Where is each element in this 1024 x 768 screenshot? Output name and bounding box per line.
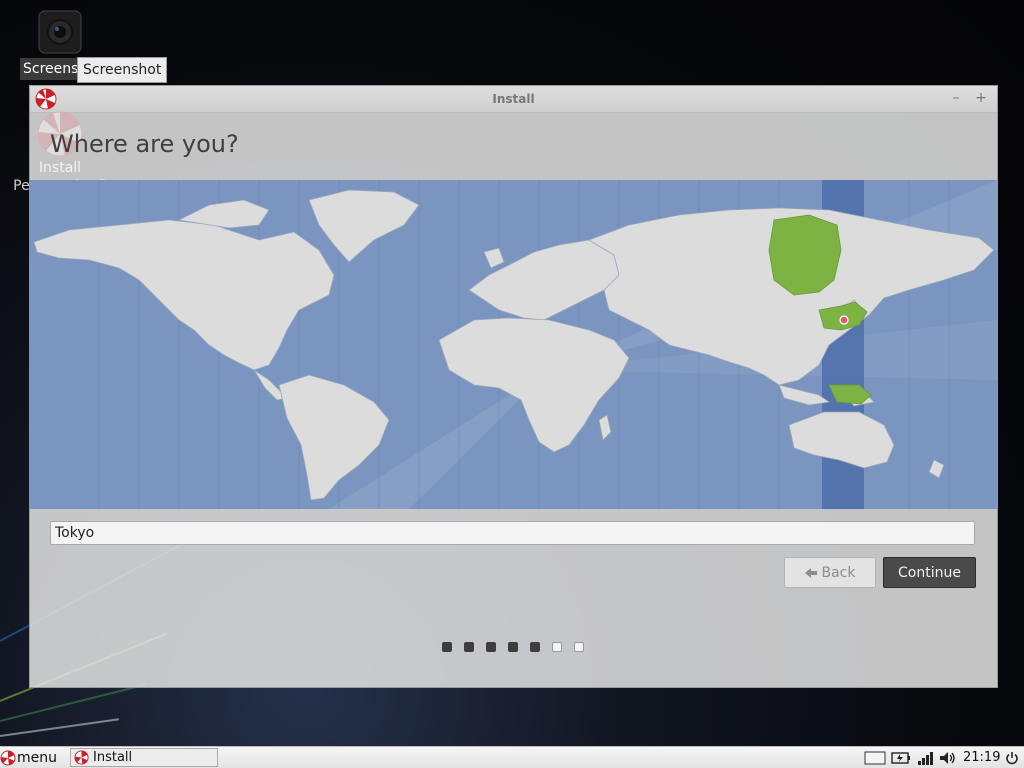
step-dot [442,642,452,652]
timezone-map[interactable] [29,180,997,509]
step-dot [464,642,474,652]
desktop-icon-label[interactable]: Screenshot [20,58,78,80]
tooltip: Screenshot [77,57,168,83]
ghost-desktop-label: Install [38,160,82,176]
taskbar: menu Install 21:19 [0,746,1024,768]
signal-icon [918,752,933,765]
power-icon [1006,752,1018,765]
menu-button[interactable]: menu [0,747,60,768]
continue-button[interactable]: Continue [883,557,976,588]
step-dot [508,642,518,652]
peppermint-icon [74,750,89,765]
volume-control[interactable] [939,747,957,768]
window-icon [864,751,886,765]
maximize-button[interactable]: + [973,90,989,106]
taskbar-item-label: Install [93,750,133,765]
back-button[interactable]: Back [784,557,876,588]
page-title: Where are you? [50,130,239,158]
selected-city-pin [839,315,849,325]
window-titlebar[interactable]: Install – + [30,86,997,113]
show-desktop-button[interactable] [864,747,886,768]
step-dot [530,642,540,652]
peppermint-icon [0,750,16,766]
step-dot [574,642,584,652]
step-dot [486,642,496,652]
continue-button-label: Continue [898,564,961,581]
battery-icon [891,752,910,764]
network-indicator[interactable] [917,747,935,768]
minimize-button[interactable]: – [948,90,964,106]
screenshot-app-icon[interactable] [38,10,82,54]
volume-icon [940,752,955,764]
power-button[interactable] [1005,747,1019,768]
menu-label: menu [17,750,57,766]
step-indicator [442,642,584,652]
back-button-label: Back [821,564,856,581]
battery-indicator[interactable] [891,747,911,768]
clock[interactable]: 21:19 [963,747,1000,768]
step-dot [552,642,562,652]
window-title: Install [492,92,535,106]
arrow-left-icon [804,567,817,578]
location-input[interactable] [50,521,975,545]
taskbar-item-install[interactable]: Install [70,748,218,767]
